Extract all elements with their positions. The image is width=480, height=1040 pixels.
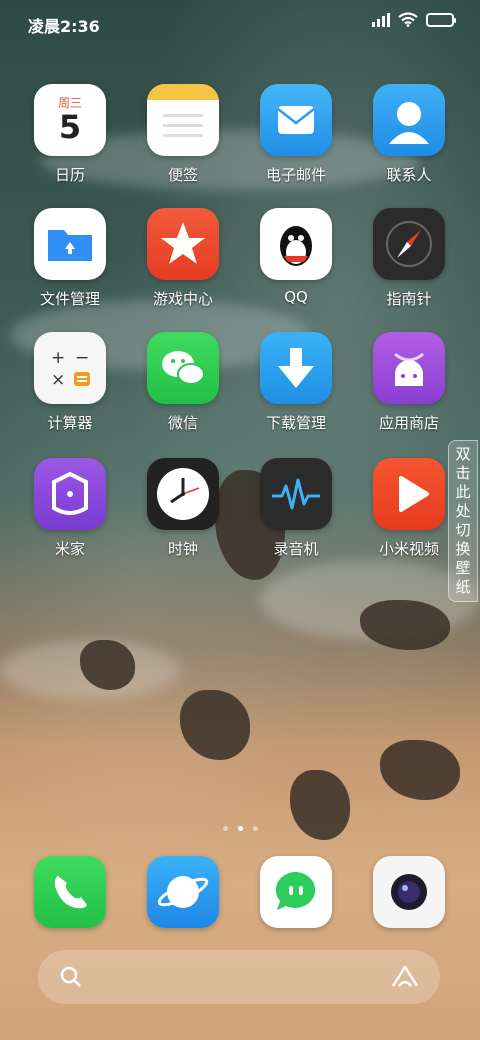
waveform-icon <box>260 458 332 530</box>
calendar-day: 5 <box>58 108 82 146</box>
status-bar: 凌晨2:36 <box>0 0 480 44</box>
search-icon <box>60 966 81 987</box>
wallpaper-rock <box>380 740 460 800</box>
app-label: 日历 <box>54 166 85 184</box>
app-label: 文件管理 <box>39 290 100 308</box>
app-label: 下载管理 <box>265 414 326 432</box>
app-label: 指南针 <box>386 290 432 308</box>
app-contacts[interactable]: 联系人 <box>361 84 457 185</box>
phone-icon[interactable] <box>34 856 106 928</box>
android-store-icon <box>373 332 445 404</box>
wifi-icon <box>398 12 418 27</box>
messages-icon[interactable] <box>260 856 332 928</box>
page-dot-active <box>237 826 243 831</box>
search-bar[interactable] <box>38 950 440 1004</box>
page-indicator <box>0 826 480 831</box>
app-recorder[interactable]: 录音机 <box>248 458 344 559</box>
app-mi-video[interactable]: 小米视频 <box>361 458 457 559</box>
email-icon <box>260 84 332 156</box>
svg-text:×: × <box>51 370 65 390</box>
camera-icon[interactable] <box>373 856 445 928</box>
app-label: 米家 <box>54 540 85 558</box>
app-clock[interactable]: 时钟 <box>135 458 231 559</box>
app-label: QQ <box>284 288 308 306</box>
wallpaper-rock <box>360 600 450 650</box>
app-label: 微信 <box>167 414 198 432</box>
wechat-icon <box>147 332 219 404</box>
page-dot <box>222 826 228 831</box>
clock-icon <box>147 458 219 530</box>
app-label: 便签 <box>167 166 198 184</box>
app-label: 应用商店 <box>378 414 439 432</box>
app-label: 小米视频 <box>378 540 439 558</box>
app-label: 计算器 <box>47 414 93 432</box>
compass-icon <box>373 208 445 280</box>
app-wechat[interactable]: 微信 <box>135 332 231 433</box>
app-mijia[interactable]: 米家 <box>22 458 118 559</box>
app-calendar[interactable]: 周三 5 日历 <box>22 84 118 185</box>
battery-icon <box>426 12 456 27</box>
calendar-icon: 周三 5 <box>34 84 106 156</box>
app-compass[interactable]: 指南针 <box>361 208 457 309</box>
app-label: 电子邮件 <box>265 166 326 184</box>
app-game-center[interactable]: 游戏中心 <box>135 208 231 309</box>
browser-icon[interactable] <box>147 856 219 928</box>
app-label: 时钟 <box>167 540 198 558</box>
app-download-manager[interactable]: 下载管理 <box>248 332 344 433</box>
status-time: 凌晨2:36 <box>28 17 100 36</box>
wallpaper-rock <box>180 690 250 760</box>
app-store[interactable]: 应用商店 <box>361 332 457 433</box>
app-label: 游戏中心 <box>152 290 213 308</box>
app-label: 联系人 <box>386 166 432 184</box>
app-file-manager[interactable]: 文件管理 <box>22 208 118 309</box>
game-star-icon <box>147 208 219 280</box>
app-qq[interactable]: QQ <box>248 208 344 306</box>
page-dot <box>252 826 258 831</box>
assistant-icon[interactable] <box>390 964 420 990</box>
svg-text:−: − <box>75 348 89 368</box>
qq-penguin-icon <box>260 208 332 280</box>
svg-text:+: + <box>51 348 65 368</box>
mijia-icon <box>34 458 106 530</box>
signal-icon <box>372 12 390 27</box>
app-label: 录音机 <box>273 540 319 558</box>
contacts-icon <box>373 84 445 156</box>
notes-icon <box>147 84 219 156</box>
download-icon <box>260 332 332 404</box>
app-notes[interactable]: 便签 <box>135 84 231 185</box>
folder-icon <box>34 208 106 280</box>
app-email[interactable]: 电子邮件 <box>248 84 344 185</box>
calculator-icon: + − × <box>34 332 106 404</box>
app-calculator[interactable]: + − × 计算器 <box>22 332 118 433</box>
status-icons <box>372 12 456 27</box>
wallpaper-switch-label: 双击此处切换壁纸 <box>455 445 471 596</box>
play-icon <box>373 458 445 530</box>
wallpaper-switch-tab[interactable]: 双击此处切换壁纸 <box>448 440 478 602</box>
